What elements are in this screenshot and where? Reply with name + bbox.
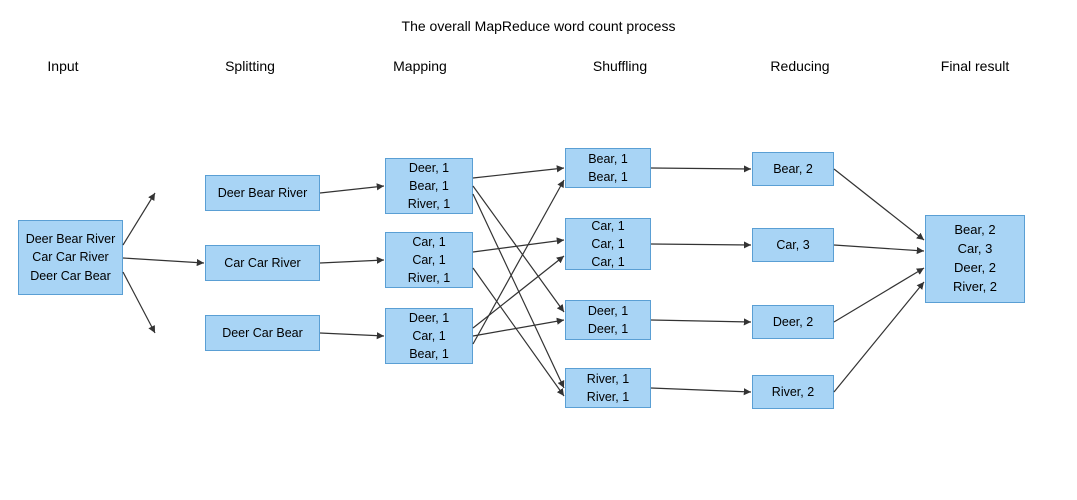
box-red4: River, 2 xyxy=(752,375,834,409)
box-final: Bear, 2 Car, 3 Deer, 2 River, 2 xyxy=(925,215,1025,303)
label-mapping: Mapping xyxy=(370,58,470,74)
box-red3: Deer, 2 xyxy=(752,305,834,339)
arrows-svg xyxy=(0,0,1077,500)
box-red1: Bear, 2 xyxy=(752,152,834,186)
box-shuf4: River, 1 River, 1 xyxy=(565,368,651,408)
label-shuffling: Shuffling xyxy=(570,58,670,74)
box-shuf3: Deer, 1 Deer, 1 xyxy=(565,300,651,340)
box-shuf1: Bear, 1 Bear, 1 xyxy=(565,148,651,188)
diagram-container: The overall MapReduce word count process… xyxy=(0,0,1077,500)
box-map3: Deer, 1 Car, 1 Bear, 1 xyxy=(385,308,473,364)
label-splitting: Splitting xyxy=(190,58,310,74)
box-map2: Car, 1 Car, 1 River, 1 xyxy=(385,232,473,288)
box-split3: Deer Car Bear xyxy=(205,315,320,351)
label-input: Input xyxy=(18,58,108,74)
label-reducing: Reducing xyxy=(755,58,845,74)
box-split2: Car Car River xyxy=(205,245,320,281)
box-red2: Car, 3 xyxy=(752,228,834,262)
box-split1: Deer Bear River xyxy=(205,175,320,211)
diagram-title: The overall MapReduce word count process xyxy=(0,18,1077,34)
box-input: Deer Bear River Car Car River Deer Car B… xyxy=(18,220,123,295)
box-map1: Deer, 1 Bear, 1 River, 1 xyxy=(385,158,473,214)
box-shuf2: Car, 1 Car, 1 Car, 1 xyxy=(565,218,651,270)
label-final: Final result xyxy=(920,58,1030,74)
